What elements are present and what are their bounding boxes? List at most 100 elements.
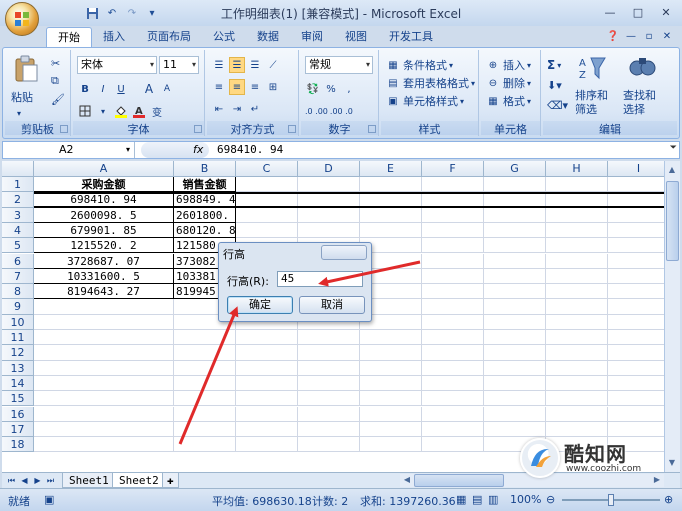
cell-h18[interactable]: [546, 437, 608, 453]
underline-button[interactable]: U: [113, 81, 129, 97]
row-header[interactable]: 4: [2, 222, 34, 239]
cell-h13[interactable]: [546, 360, 608, 376]
cell-d17[interactable]: [298, 421, 360, 438]
column-header[interactable]: E: [360, 161, 422, 177]
increase-indent-icon[interactable]: ⇥: [229, 101, 245, 117]
cell-g12[interactable]: [484, 345, 546, 361]
phonetic-button[interactable]: 变: [149, 103, 165, 119]
align-right-icon[interactable]: ≡: [247, 79, 263, 95]
cell-f2[interactable]: [422, 192, 484, 208]
cell-i8[interactable]: [608, 284, 664, 300]
cell-h7[interactable]: [546, 268, 608, 285]
cell-f1[interactable]: [422, 177, 484, 193]
cell-h17[interactable]: [546, 421, 608, 438]
cell-i17[interactable]: [608, 422, 664, 438]
font-color-icon[interactable]: A: [131, 103, 147, 119]
column-header[interactable]: I: [608, 161, 664, 177]
shrink-font-button[interactable]: A: [159, 81, 175, 97]
cell-c17[interactable]: [236, 421, 298, 438]
select-all-corner[interactable]: [2, 161, 34, 177]
cell-g13[interactable]: [484, 360, 546, 376]
row-header[interactable]: 7: [2, 268, 34, 285]
clipboard-launcher-icon[interactable]: [60, 125, 68, 133]
column-header[interactable]: C: [236, 161, 298, 177]
number-launcher-icon[interactable]: [368, 125, 376, 133]
ribbon-close-icon[interactable]: ✕: [660, 29, 674, 43]
cell-a14[interactable]: [34, 375, 174, 392]
cell-b13[interactable]: [174, 360, 236, 376]
cell-i7[interactable]: [608, 269, 664, 285]
cell-a1[interactable]: 采购金额: [34, 177, 174, 193]
paste-button[interactable]: 粘贴: [11, 88, 33, 106]
cell-h6[interactable]: [546, 253, 608, 269]
tab-view[interactable]: 视图: [334, 27, 378, 47]
cell-a18[interactable]: [34, 437, 174, 453]
qat-dropdown-icon[interactable]: ▾: [144, 5, 160, 21]
cell-e15[interactable]: [360, 391, 422, 407]
zoom-out-icon[interactable]: ⊖: [546, 493, 555, 506]
align-center-icon[interactable]: ≡: [229, 79, 245, 95]
fill-icon[interactable]: ⬇▾: [547, 76, 562, 94]
bold-button[interactable]: B: [77, 81, 93, 97]
cell-g7[interactable]: [484, 268, 546, 285]
cell-f7[interactable]: [422, 268, 484, 285]
zoom-level[interactable]: 100%: [510, 493, 541, 506]
find-select-icon[interactable]: [627, 54, 657, 84]
insert-cells-button[interactable]: ⊕ 插入 ▾: [485, 56, 531, 74]
cell-a11[interactable]: [34, 330, 174, 346]
sort-filter-label-2[interactable]: 筛选: [575, 100, 597, 118]
cell-f11[interactable]: [422, 330, 484, 346]
merge-center-icon[interactable]: ⊞: [265, 79, 281, 95]
page-break-view-icon[interactable]: ▥: [488, 493, 498, 506]
cell-a9[interactable]: [34, 299, 174, 315]
cell-b11[interactable]: [174, 330, 236, 346]
dialog-close-button[interactable]: [321, 245, 367, 260]
cell-g6[interactable]: [484, 253, 546, 269]
tab-insert[interactable]: 插入: [92, 27, 136, 47]
cell-h3[interactable]: [546, 207, 608, 223]
cancel-button[interactable]: 取消: [299, 296, 365, 314]
cell-c15[interactable]: [236, 391, 298, 407]
paste-dropdown-icon[interactable]: ▾: [17, 104, 21, 122]
sheet-tab-sheet1[interactable]: Sheet1: [62, 473, 116, 488]
cell-h4[interactable]: [546, 222, 608, 239]
cell-a17[interactable]: [34, 421, 174, 438]
cell-a8[interactable]: 8194643. 27: [34, 284, 174, 300]
cell-i13[interactable]: [608, 361, 664, 376]
comma-button[interactable]: ,: [341, 81, 357, 97]
cell-e11[interactable]: [360, 330, 422, 346]
cell-f13[interactable]: [422, 360, 484, 376]
row-header[interactable]: 14: [2, 375, 34, 392]
cell-f16[interactable]: [422, 406, 484, 422]
cell-h5[interactable]: [546, 238, 608, 254]
format-cells-button[interactable]: ▦ 格式 ▾: [485, 92, 531, 110]
cell-h16[interactable]: [546, 406, 608, 422]
zoom-in-icon[interactable]: ⊕: [664, 493, 673, 506]
zoom-slider-thumb[interactable]: [608, 494, 614, 506]
cell-g10[interactable]: [484, 314, 546, 330]
cell-a5[interactable]: 1215520. 2: [34, 238, 174, 254]
cell-f15[interactable]: [422, 391, 484, 407]
cell-f6[interactable]: [422, 253, 484, 269]
format-painter-icon[interactable]: 🖌: [51, 90, 65, 108]
cell-d14[interactable]: [298, 375, 360, 392]
page-layout-view-icon[interactable]: ▤: [472, 493, 482, 506]
insert-function-button[interactable]: fx: [193, 142, 203, 158]
cell-h14[interactable]: [546, 375, 608, 392]
cell-a7[interactable]: 10331600. 5: [34, 268, 174, 285]
cell-g11[interactable]: [484, 330, 546, 346]
tab-review[interactable]: 审阅: [290, 27, 334, 47]
scroll-right-icon[interactable]: ▶: [650, 473, 664, 487]
font-launcher-icon[interactable]: [194, 125, 202, 133]
cell-c2[interactable]: [236, 192, 298, 208]
column-header[interactable]: G: [484, 161, 546, 177]
cell-d12[interactable]: [298, 345, 360, 361]
cell-f18[interactable]: [422, 437, 484, 453]
cell-i10[interactable]: [608, 315, 664, 330]
borders-icon[interactable]: [77, 103, 93, 119]
row-height-input[interactable]: 45: [277, 271, 363, 287]
cell-g1[interactable]: [484, 177, 546, 193]
ok-button[interactable]: 确定: [227, 296, 293, 314]
cell-d16[interactable]: [298, 406, 360, 422]
cell-g2[interactable]: [484, 192, 546, 208]
